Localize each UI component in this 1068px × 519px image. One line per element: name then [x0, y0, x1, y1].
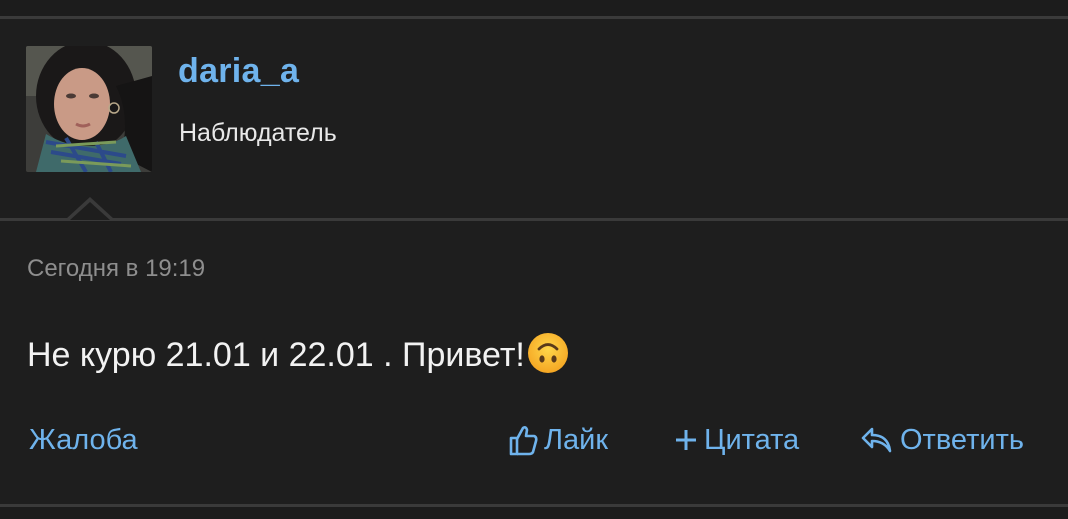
post-timestamp: Сегодня в 19:19 — [27, 255, 206, 282]
reply-label: Ответить — [900, 423, 1024, 456]
upside-down-face-icon — [527, 332, 569, 374]
quote-label: Цитата — [704, 423, 800, 456]
report-label: Жалоба — [29, 423, 138, 456]
post-message: Не курю 21.01 и 22.01 . Привет! — [27, 332, 569, 375]
plus-icon — [674, 428, 704, 452]
thumbs-up-icon — [508, 424, 544, 456]
header-pointer-fill — [70, 202, 110, 220]
reply-button[interactable]: Ответить — [860, 422, 1024, 458]
like-button[interactable]: Лайк — [508, 422, 608, 458]
report-button[interactable]: Жалоба — [29, 422, 138, 458]
bottom-divider — [0, 504, 1068, 507]
avatar[interactable] — [26, 46, 152, 172]
header-divider — [0, 218, 1068, 221]
author-username[interactable]: daria_a — [178, 52, 299, 91]
reply-arrow-icon — [860, 425, 900, 455]
quote-button[interactable]: Цитата — [674, 422, 799, 458]
post-message-text: Не курю 21.01 и 22.01 . Привет! — [27, 336, 525, 374]
like-label: Лайк — [544, 423, 609, 456]
author-role: Наблюдатель — [179, 119, 337, 147]
